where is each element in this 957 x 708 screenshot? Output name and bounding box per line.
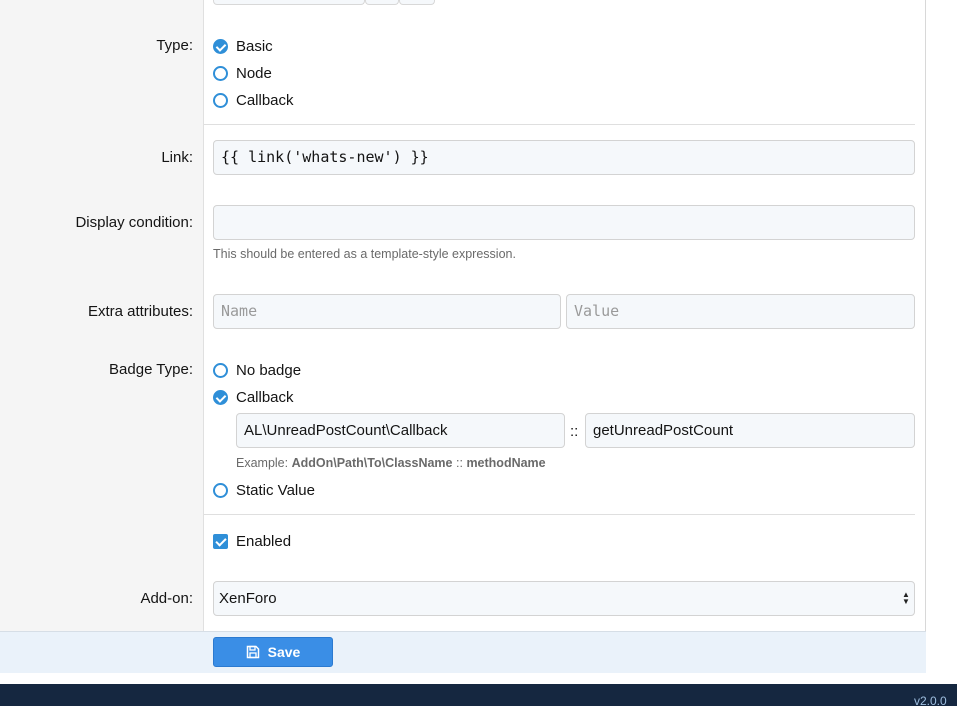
badge-option-label: Static Value [236, 481, 315, 499]
radio-checked-icon[interactable] [213, 38, 228, 54]
badge-option-static[interactable]: Static Value [213, 480, 315, 500]
extra-attributes-label: Extra attributes: [87, 303, 193, 320]
radio-icon[interactable] [213, 65, 228, 81]
enabled-label: Enabled [236, 532, 292, 550]
prev-button-fragment [399, 0, 435, 5]
badge-option-callback[interactable]: Callback [213, 387, 294, 407]
type-option-label: Node [236, 64, 272, 82]
radio-checked-icon[interactable] [213, 389, 228, 405]
submit-bar [0, 631, 926, 673]
save-label: Save [267, 644, 301, 660]
radio-icon[interactable] [213, 482, 228, 498]
type-label: Type: [156, 37, 193, 54]
prev-input-fragment [213, 0, 365, 5]
select-arrows-icon: ▲ ▼ [902, 590, 910, 606]
link-input[interactable]: {{ link('whats-new') }} [213, 140, 915, 175]
badge-type-label: Badge Type: [109, 361, 193, 378]
example-class: AddOn\Path\To\ClassName [291, 456, 453, 470]
addon-label: Add-on: [140, 590, 193, 607]
save-button[interactable]: Save [213, 637, 333, 667]
type-option-node[interactable]: Node [213, 63, 272, 83]
badge-option-label: No badge [236, 361, 302, 379]
type-option-label: Callback [236, 91, 294, 109]
display-condition-label: Display condition: [75, 214, 193, 231]
badge-option-none[interactable]: No badge [213, 360, 301, 380]
callback-separator: :: [570, 423, 579, 440]
prev-button-fragment [365, 0, 399, 5]
attribute-name-input[interactable]: Name [213, 294, 561, 329]
type-option-basic[interactable]: Basic [213, 36, 273, 56]
example-prefix: Example: [236, 456, 289, 470]
divider [204, 514, 915, 515]
badge-option-label: Callback [236, 388, 294, 406]
attribute-value-input[interactable]: Value [566, 294, 915, 329]
addon-select[interactable]: XenForo ▲ ▼ [213, 581, 915, 616]
checkbox-checked-icon[interactable] [213, 533, 228, 549]
display-condition-hint: This should be entered as a template-sty… [213, 247, 516, 261]
addon-selected-value: XenForo [219, 590, 277, 607]
callback-example-hint: Example: AddOn\Path\To\ClassName :: meth… [236, 456, 546, 470]
type-option-callback[interactable]: Callback [213, 90, 294, 110]
radio-icon[interactable] [213, 92, 228, 108]
display-condition-input[interactable] [213, 205, 915, 240]
callback-method-input[interactable]: getUnreadPostCount [585, 413, 915, 448]
callback-class-input[interactable]: AL\UnreadPostCount\Callback [236, 413, 565, 448]
enabled-checkbox[interactable]: Enabled [213, 531, 291, 551]
link-label: Link: [161, 149, 193, 166]
footer-bar [0, 684, 957, 706]
example-separator: :: [456, 456, 463, 470]
type-option-label: Basic [236, 37, 273, 55]
radio-icon[interactable] [213, 362, 228, 378]
save-icon [246, 645, 259, 659]
form-block [0, 0, 926, 673]
divider [204, 124, 915, 125]
example-method: methodName [466, 456, 546, 470]
